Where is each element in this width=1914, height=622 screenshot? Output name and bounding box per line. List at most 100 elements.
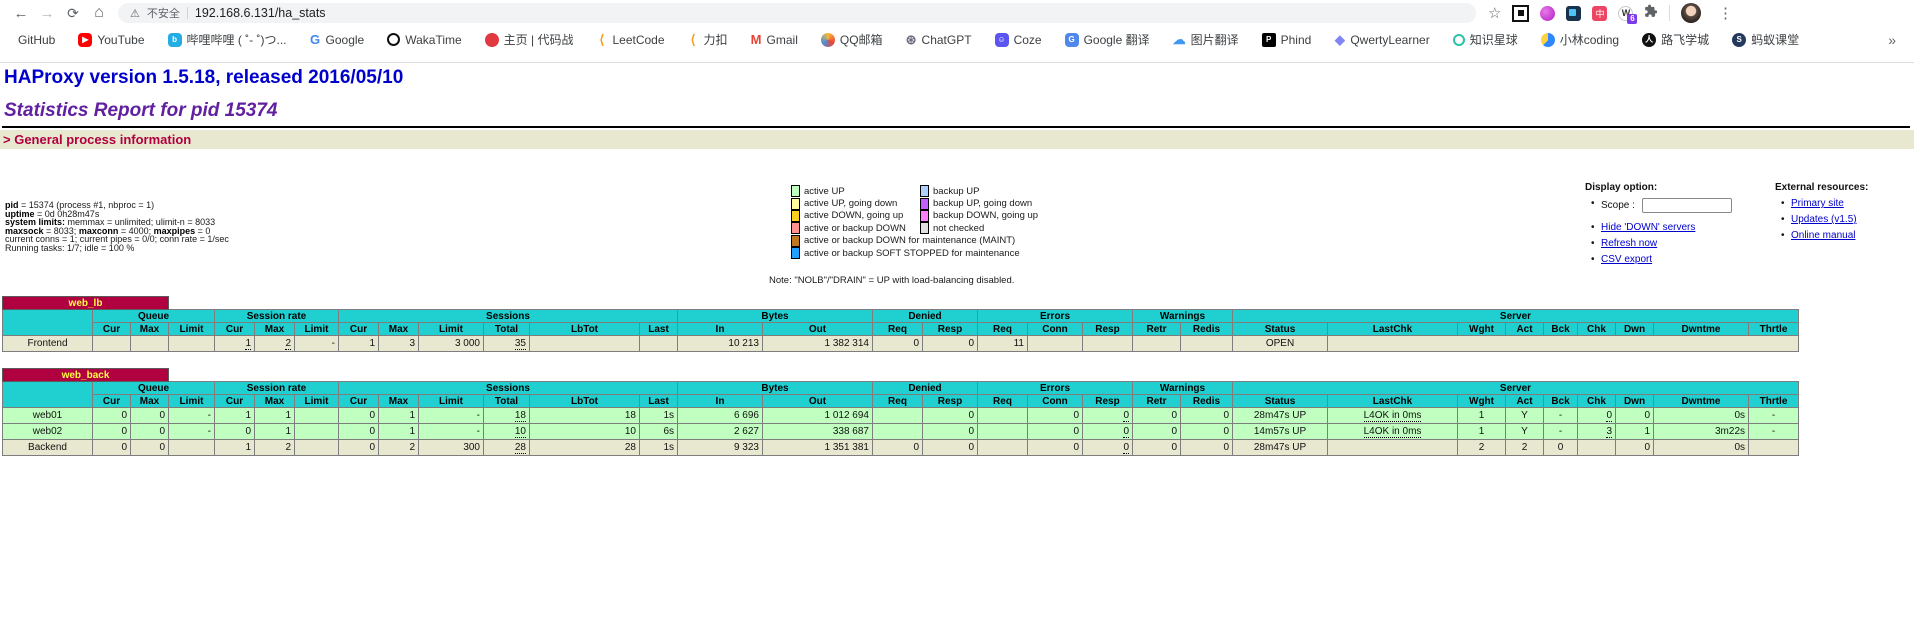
display-option-panel: Display option: Scope : Hide 'DOWN' serv…	[1585, 182, 1732, 270]
display-option-link[interactable]: CSV export	[1601, 254, 1652, 265]
forward-icon[interactable]	[34, 2, 60, 24]
display-option-heading: Display option:	[1585, 182, 1732, 193]
bookmark-label: 路飞学城	[1661, 31, 1709, 48]
qqmail-icon	[821, 33, 835, 47]
external-resource-link[interactable]: Online manual	[1791, 230, 1855, 241]
browser-menu-icon[interactable]	[1712, 2, 1738, 24]
title-row-filler	[169, 369, 1799, 382]
external-resource-link[interactable]: Updates (v1.5)	[1791, 214, 1857, 225]
back-icon[interactable]	[8, 2, 34, 24]
bookmark-item[interactable]: 人路飞学城	[1642, 31, 1709, 48]
column-header: In	[678, 323, 763, 336]
more-bookmarks-chevron[interactable]	[1888, 32, 1896, 48]
legend-label: backup UP, going down	[933, 198, 1032, 209]
stat-cell: 0s	[1654, 440, 1749, 456]
blue-square-extension-icon[interactable]	[1566, 6, 1581, 21]
title-row-filler	[169, 297, 1799, 310]
bookmark-item[interactable]: ⟨力扣	[688, 31, 728, 48]
bookmark-label: Google	[326, 33, 365, 47]
stat-cell: 2 627	[678, 424, 763, 440]
external-resources-panel: External resources: Primary site Updates …	[1775, 182, 1868, 246]
display-option-links: Hide 'DOWN' servers Refresh now CSV export	[1585, 222, 1732, 265]
bookmark-item[interactable]: PPhind	[1262, 33, 1312, 47]
bookmark-item[interactable]: S蚂蚁课堂	[1732, 31, 1799, 48]
column-header: Limit	[169, 323, 215, 336]
bookmark-item[interactable]: ◆QwertyLearner	[1334, 33, 1429, 47]
wappalyzer-extension-icon[interactable]: 6	[1618, 6, 1633, 21]
column-header: Thrtle	[1749, 395, 1799, 408]
stat-cell: -	[1544, 424, 1578, 440]
home-icon[interactable]	[86, 2, 112, 24]
stat-cell: -	[1749, 424, 1799, 440]
bookmark-label: Coze	[1014, 33, 1042, 47]
address-bar[interactable]: 不安全 192.168.6.131/ha_stats	[118, 3, 1476, 23]
stat-cell: 0	[1181, 408, 1233, 424]
bookmark-item[interactable]: GGoogle	[310, 33, 365, 47]
external-resource-link[interactable]: Primary site	[1791, 198, 1844, 209]
column-group-server: Server	[1233, 310, 1799, 323]
bookmark-label: Phind	[1281, 33, 1312, 47]
stat-cell: 0	[339, 424, 379, 440]
proxy-name[interactable]: web_back	[3, 369, 169, 382]
bookmark-item[interactable]: ☺Coze	[995, 33, 1042, 47]
column-group-bytes: Bytes	[678, 382, 873, 395]
profile-avatar[interactable]	[1681, 3, 1701, 23]
black-square-extension-icon[interactable]	[1512, 5, 1529, 22]
stat-cell: 1s	[640, 408, 678, 424]
bookmark-item[interactable]: QQ邮箱	[821, 31, 883, 48]
scope-input[interactable]	[1642, 198, 1732, 213]
column-header: Limit	[419, 323, 484, 336]
bookmark-item[interactable]: ⊛ChatGPT	[906, 33, 972, 47]
display-option-link[interactable]: Hide 'DOWN' servers	[1601, 222, 1695, 233]
legend-swatch	[920, 210, 929, 222]
stat-cell: 28	[530, 440, 640, 456]
stat-cell	[640, 336, 678, 352]
stat-cell: -	[1749, 408, 1799, 424]
stat-cell: 2	[1506, 440, 1544, 456]
column-header: Cur	[215, 323, 255, 336]
proxy-title-row: web_back	[3, 369, 1799, 382]
bookmark-item[interactable]: WakaTime	[387, 33, 461, 47]
proxy-title-row: web_lb	[3, 297, 1799, 310]
stat-cell: 2	[255, 336, 295, 352]
stat-cell	[1328, 336, 1799, 352]
stat-cell	[873, 424, 923, 440]
display-option-link[interactable]: Refresh now	[1601, 238, 1657, 249]
stats-table-mount-2: web_backQueueSession rateSessionsBytesDe…	[2, 368, 1799, 456]
stat-cell: 3	[1578, 424, 1616, 440]
bookmark-star-icon[interactable]	[1488, 4, 1501, 23]
stat-cell: -	[169, 424, 215, 440]
bookmark-item[interactable]: 主页 | 代码战	[485, 31, 574, 48]
bookmark-item[interactable]: ⟨LeetCode	[596, 33, 664, 47]
column-group-server: Server	[1233, 382, 1799, 395]
translate-extension-icon[interactable]	[1592, 6, 1607, 21]
table-corner-cell	[3, 382, 93, 408]
page-title-link[interactable]: HAProxy version 1.5.18, released 2016/05…	[4, 67, 403, 89]
bookmark-item[interactable]: 小林coding	[1541, 31, 1619, 48]
stat-cell: Y	[1506, 408, 1544, 424]
column-header: Max	[131, 395, 169, 408]
stat-cell: 0	[923, 424, 978, 440]
stat-cell: 0	[1028, 440, 1083, 456]
chatgpt-icon: ⊛	[906, 33, 917, 47]
bookmark-label: 主页 | 代码战	[504, 31, 574, 48]
bookmark-item[interactable]: b哔哩哔哩 ( ˚- ˚)つ...	[168, 31, 287, 48]
proxy-name[interactable]: web_lb	[3, 297, 169, 310]
bookmark-item[interactable]: ☁图片翻译	[1173, 31, 1239, 48]
reload-icon[interactable]	[60, 2, 86, 24]
stat-cell	[530, 336, 640, 352]
external-resources-heading: External resources:	[1775, 182, 1868, 193]
stat-cell: -	[419, 408, 484, 424]
address-divider	[187, 7, 188, 19]
bookmark-item[interactable]: GGoogle 翻译	[1065, 31, 1150, 48]
bookmark-item[interactable]: MGmail	[751, 33, 798, 47]
bookmark-item[interactable]: ▶YouTube	[78, 33, 144, 47]
magenta-circle-extension-icon[interactable]	[1540, 6, 1555, 21]
display-option-link-row: CSV export	[1601, 254, 1732, 265]
stat-cell: 6s	[640, 424, 678, 440]
stat-cell	[169, 440, 215, 456]
bookmark-item[interactable]: GitHub	[18, 33, 55, 47]
extensions-puzzle-icon[interactable]	[1644, 4, 1658, 23]
bookmark-item[interactable]: 知识星球	[1453, 31, 1518, 48]
stat-cell: 0	[131, 424, 169, 440]
